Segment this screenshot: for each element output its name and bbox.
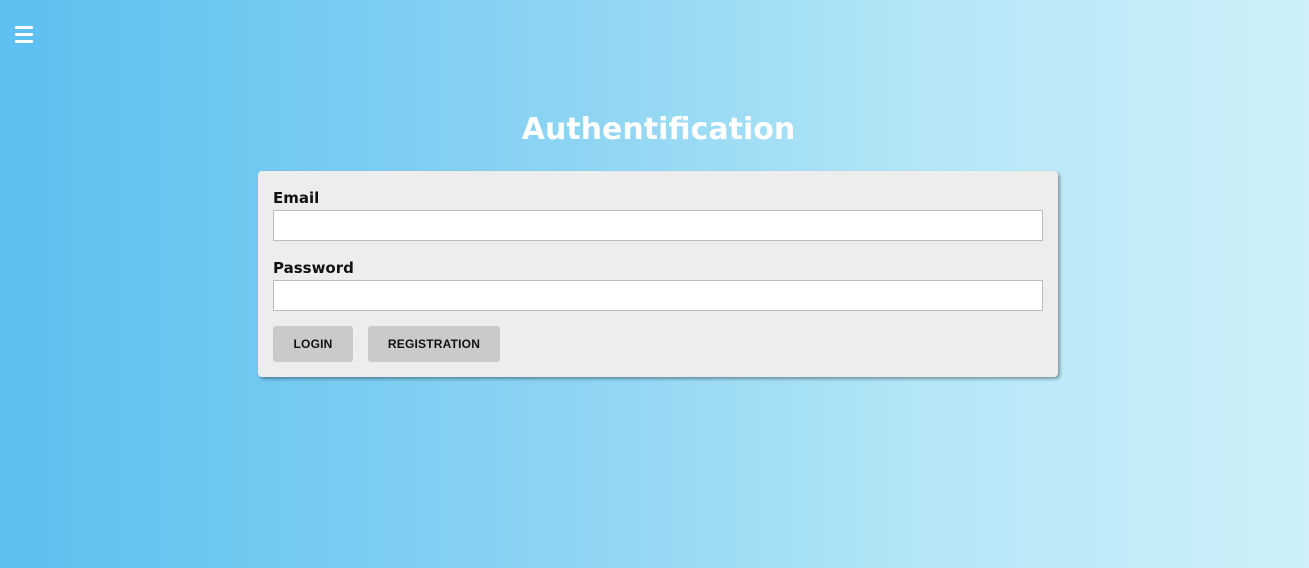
- hamburger-menu-icon[interactable]: [15, 26, 33, 43]
- menu-bar: [15, 40, 33, 43]
- password-label: Password: [273, 259, 354, 277]
- email-label: Email: [273, 189, 320, 207]
- menu-bar: [15, 26, 33, 29]
- page-title: Authentification: [521, 112, 796, 147]
- email-input[interactable]: [273, 210, 1043, 241]
- password-input[interactable]: [273, 280, 1043, 311]
- login-button[interactable]: LOGIN: [273, 326, 353, 362]
- menu-bar: [15, 33, 33, 36]
- login-card: Email Password LOGIN REGISTRATION: [258, 171, 1058, 377]
- registration-button[interactable]: REGISTRATION: [368, 326, 500, 362]
